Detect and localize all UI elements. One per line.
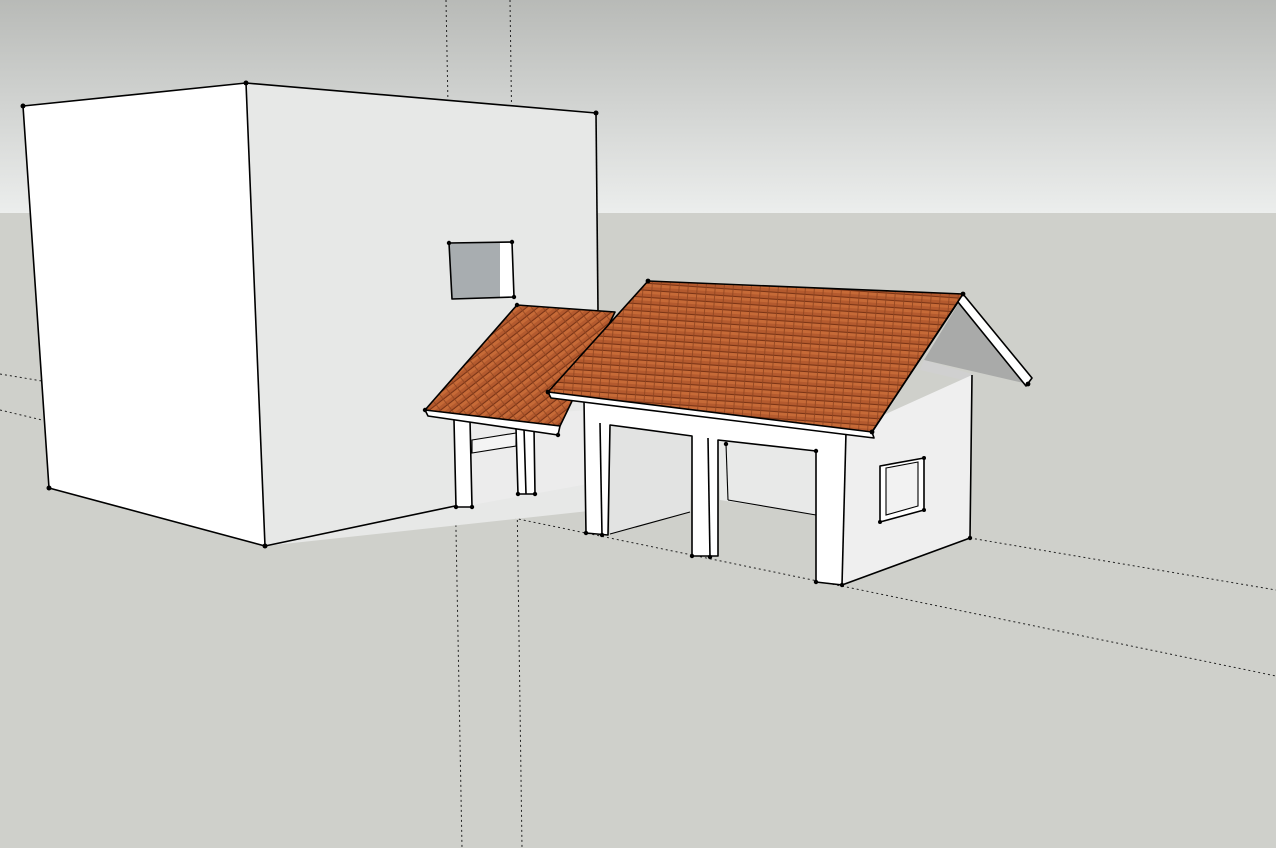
window-glass[interactable] xyxy=(449,243,500,299)
porch-post-left[interactable] xyxy=(454,420,472,507)
viewport-canvas[interactable] xyxy=(0,0,1276,848)
main-building-front-face[interactable] xyxy=(23,83,265,546)
modeling-viewport[interactable] xyxy=(0,0,1276,848)
main-building-window[interactable] xyxy=(446,239,517,300)
